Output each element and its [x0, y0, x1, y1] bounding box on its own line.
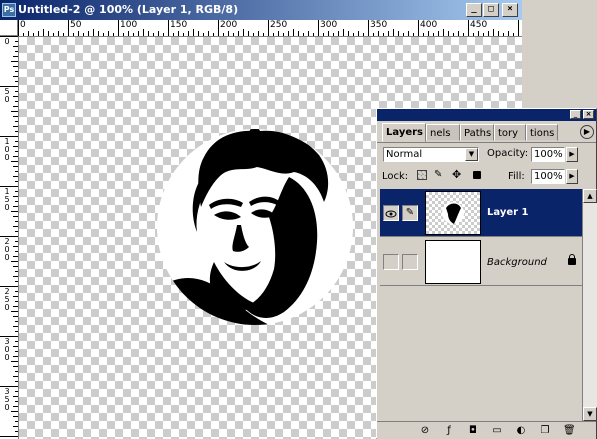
- lock-label: Lock:: [382, 171, 409, 182]
- background-thumbnail[interactable]: [425, 240, 481, 284]
- scroll-down-icon[interactable]: ▼: [583, 407, 597, 421]
- layers-footer: ⊘ ƒ ◘ ▭ ◐ ❐ 🗑: [377, 421, 596, 439]
- fill-input[interactable]: 100%: [531, 169, 565, 184]
- layer-row-background[interactable]: Background: [380, 238, 582, 286]
- minimize-button[interactable]: _: [466, 3, 482, 17]
- tab-layers[interactable]: Layers: [382, 123, 426, 142]
- palette-title-bar[interactable]: _ ×: [377, 109, 596, 121]
- tab-channels[interactable]: nels: [426, 124, 460, 141]
- layer-1-thumbnail[interactable]: [425, 191, 481, 235]
- scroll-up-icon[interactable]: ▲: [583, 189, 597, 203]
- tab-paths[interactable]: Paths: [460, 124, 494, 141]
- palette-close-button[interactable]: ×: [583, 110, 594, 119]
- lock-icon: [568, 258, 576, 265]
- document-title-bar[interactable]: Ps Untitled-2 @ 100% (Layer 1, RGB/8) _ …: [0, 0, 522, 20]
- ruler-label: 100: [4, 137, 10, 162]
- layer-name[interactable]: Layer 1: [487, 207, 528, 218]
- palette-minimize-button[interactable]: _: [570, 110, 581, 119]
- layers-scrollbar[interactable]: ▲ ▼: [582, 189, 597, 421]
- ruler-origin[interactable]: [0, 20, 18, 36]
- ruler-label: 0: [20, 20, 26, 30]
- ruler-label: 450: [470, 20, 488, 30]
- eye-icon[interactable]: [383, 205, 399, 221]
- new-set-icon[interactable]: ▭: [491, 425, 503, 436]
- ruler-label: 300: [320, 20, 338, 30]
- ruler-label: 350: [370, 20, 388, 30]
- layer-name[interactable]: Background: [487, 257, 547, 268]
- document-title: Untitled-2 @ 100% (Layer 1, RGB/8): [18, 3, 239, 16]
- ruler-label: 50: [4, 87, 10, 104]
- vertical-ruler[interactable]: 0 50 100 150 200 250 300 350: [0, 36, 19, 439]
- trash-icon[interactable]: 🗑: [563, 425, 576, 436]
- ruler-label: 400: [420, 20, 438, 30]
- lock-brush-icon[interactable]: ✎: [434, 169, 442, 180]
- paintbrush-icon[interactable]: ✎: [402, 205, 418, 221]
- blend-mode-select[interactable]: Normal ▼: [383, 147, 479, 162]
- tab-actions[interactable]: tions: [526, 124, 558, 141]
- ruler-label: 300: [4, 337, 10, 362]
- ruler-label: 200: [220, 20, 238, 30]
- new-layer-icon[interactable]: ❐: [539, 425, 551, 436]
- ruler-label: 0: [4, 37, 10, 46]
- lock-move-icon[interactable]: ✥: [452, 168, 461, 181]
- layer-row-layer-1[interactable]: ✎ Layer 1: [380, 189, 582, 237]
- close-button[interactable]: ×: [502, 3, 518, 17]
- photoshop-document-icon: Ps: [2, 3, 16, 17]
- ruler-label: 150: [170, 20, 188, 30]
- opacity-input[interactable]: 100%: [531, 147, 565, 162]
- ruler-label: 350: [4, 387, 10, 412]
- workspace-background: [522, 20, 597, 110]
- opacity-slider-arrow-icon[interactable]: ▶: [566, 147, 578, 162]
- chevron-down-icon[interactable]: ▼: [465, 148, 478, 161]
- ruler-label: 100: [120, 20, 138, 30]
- mask-icon[interactable]: ◘: [467, 425, 479, 436]
- visibility-toggle[interactable]: [383, 254, 399, 270]
- lock-transparency-icon[interactable]: [417, 170, 427, 180]
- adjustment-layer-icon[interactable]: ◐: [515, 425, 527, 436]
- lock-shackle: [569, 254, 575, 259]
- opacity-label: Opacity:: [487, 148, 529, 159]
- link-toggle[interactable]: [402, 254, 418, 270]
- fill-label: Fill:: [508, 171, 525, 182]
- tab-history[interactable]: tory: [494, 124, 526, 141]
- palette-menu-arrow-icon[interactable]: ▶: [580, 125, 594, 139]
- ruler-label: 150: [4, 187, 10, 212]
- ruler-label: 250: [270, 20, 288, 30]
- ruler-label: 50: [70, 20, 82, 30]
- layer-style-icon[interactable]: ƒ: [443, 425, 455, 436]
- ruler-label: 200: [4, 237, 10, 262]
- blend-mode-value: Normal: [386, 149, 423, 160]
- lock-all-icon[interactable]: [473, 171, 481, 179]
- ruler-label: 250: [4, 287, 10, 312]
- maximize-button[interactable]: □: [483, 3, 499, 17]
- tab-divider: [377, 142, 596, 143]
- horizontal-ruler[interactable]: 0 50 100 150 200 250 300 350 400 450: [18, 20, 522, 37]
- fill-slider-arrow-icon[interactable]: ▶: [566, 169, 578, 184]
- link-icon[interactable]: ⊘: [419, 425, 431, 436]
- layers-palette: _ × Layers nels Paths tory tions ▶ Norma…: [376, 108, 597, 439]
